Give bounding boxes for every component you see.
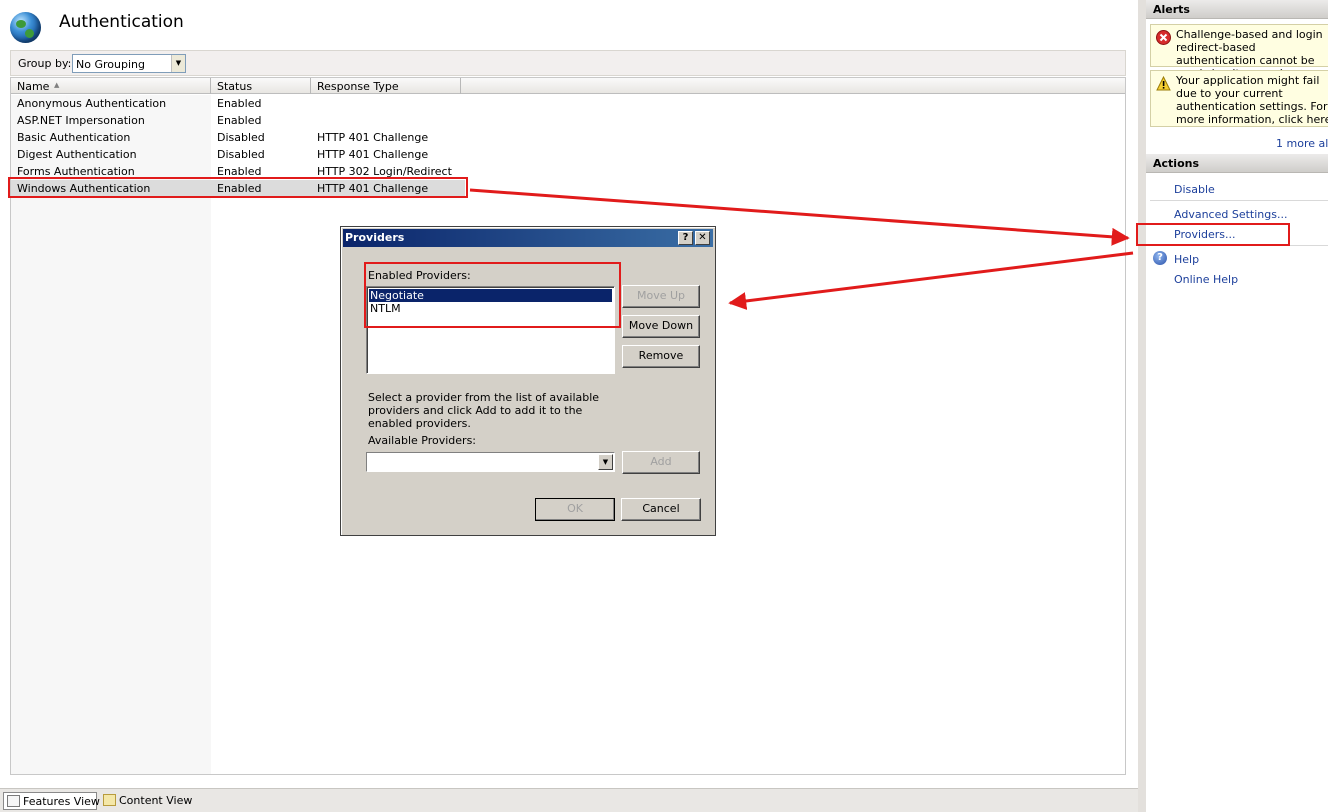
arrow-to-dialog	[728, 251, 1134, 310]
annotation-arrows	[469, 188, 1134, 310]
arrow-to-providers	[469, 188, 1130, 246]
